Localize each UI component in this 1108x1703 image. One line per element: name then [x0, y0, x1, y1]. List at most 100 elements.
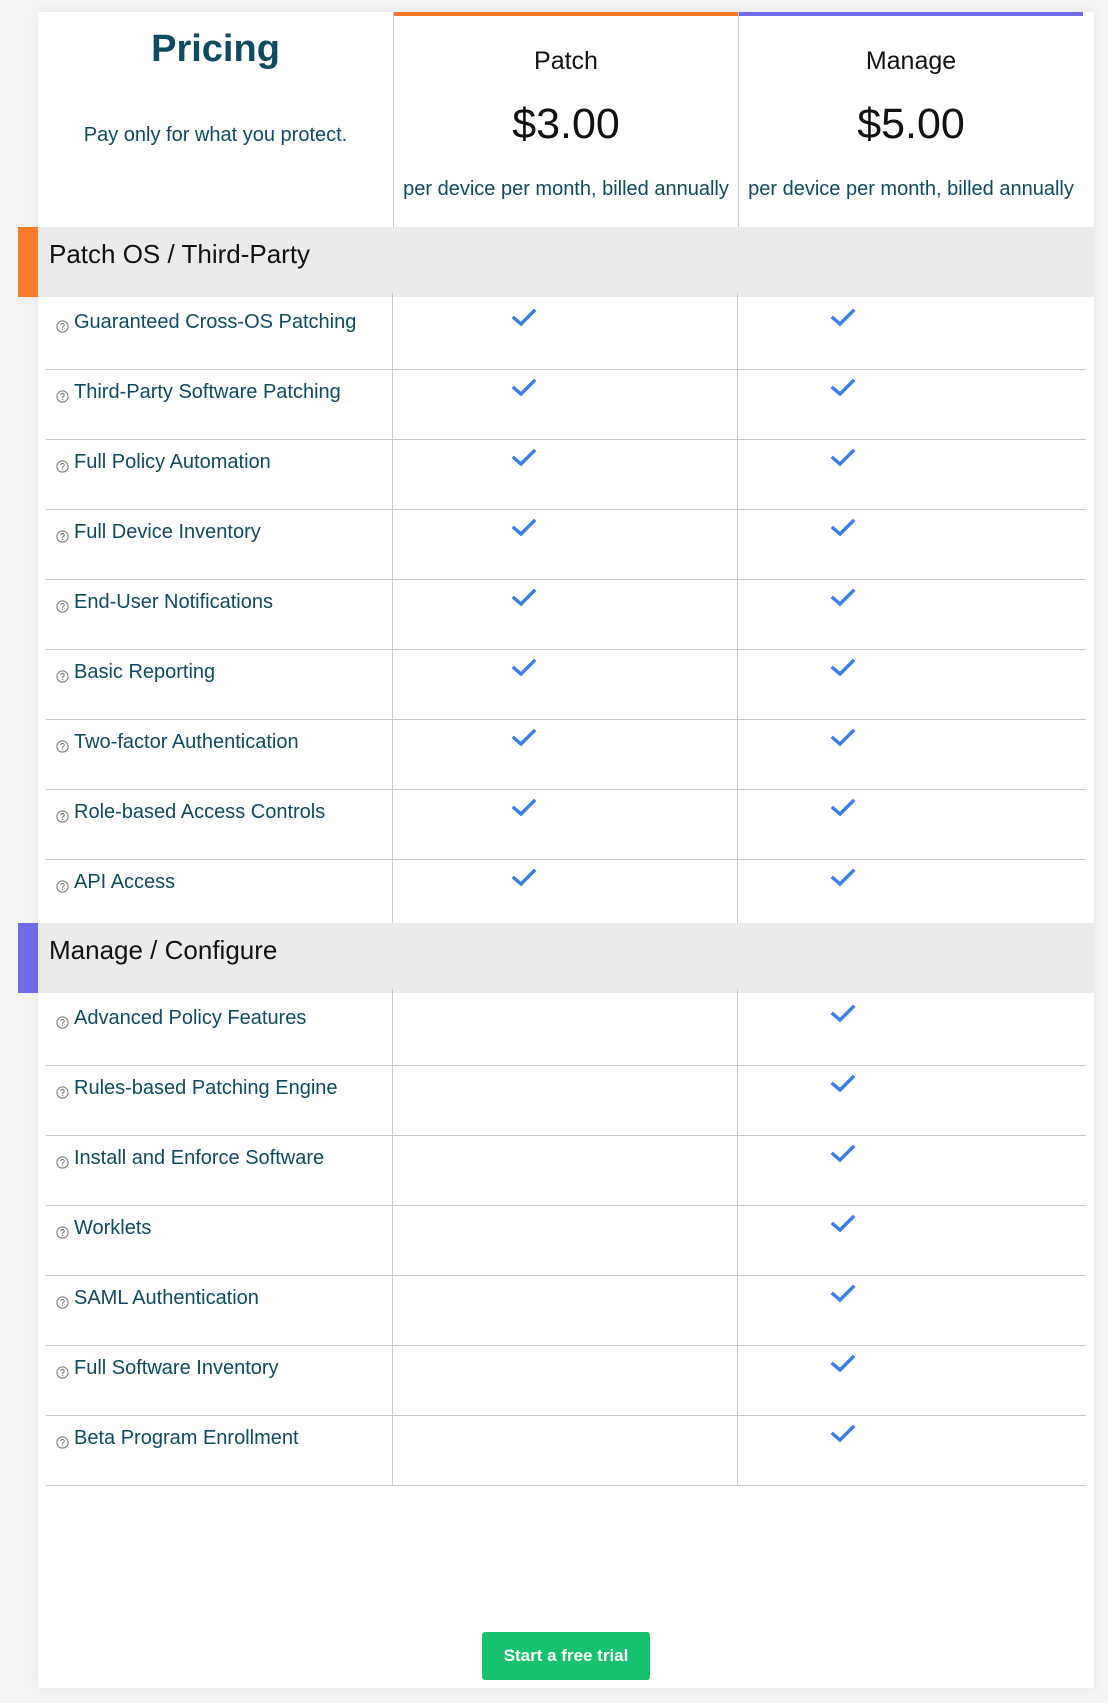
column-divider — [737, 989, 738, 1065]
help-icon[interactable] — [56, 526, 69, 543]
feature-row: Full Software Inventory — [46, 1339, 1086, 1416]
help-icon[interactable] — [56, 456, 69, 473]
help-icon[interactable] — [56, 1292, 69, 1309]
feature-label[interactable]: Beta Program Enrollment — [56, 1427, 299, 1450]
help-icon[interactable] — [56, 1432, 69, 1449]
feature-row: Full Policy Automation — [46, 433, 1086, 510]
check-icon — [830, 377, 856, 399]
help-icon[interactable] — [56, 806, 69, 823]
column-divider — [737, 713, 738, 789]
pricing-header: Pricing Pay only for what you protect. P… — [38, 12, 1094, 247]
help-icon[interactable] — [56, 876, 69, 893]
column-divider — [737, 433, 738, 509]
column-divider — [737, 363, 738, 439]
column-divider — [392, 713, 393, 789]
feature-label[interactable]: Rules-based Patching Engine — [56, 1077, 338, 1100]
page-title: Pricing — [151, 28, 280, 70]
plan-billing-note: per device per month, billed annually — [403, 178, 729, 200]
plan-price: $3.00 — [512, 100, 620, 148]
column-divider — [737, 643, 738, 719]
section-accent-bar — [18, 227, 38, 297]
column-divider — [392, 853, 393, 929]
feature-label[interactable]: Full Device Inventory — [56, 521, 261, 544]
help-icon[interactable] — [56, 596, 69, 613]
column-divider — [737, 573, 738, 649]
column-divider — [392, 573, 393, 649]
feature-row: Rules-based Patching Engine — [46, 1059, 1086, 1136]
section-title: Patch OS / Third-Party — [49, 239, 311, 269]
plan-billing-note: per device per month, billed annually — [748, 178, 1074, 200]
column-divider — [737, 783, 738, 859]
section-header: Manage / Configure — [18, 923, 1094, 993]
plan-patch: Patch $3.00 per device per month, billed… — [393, 12, 738, 247]
check-icon — [830, 307, 856, 329]
feature-label[interactable]: Advanced Policy Features — [56, 1007, 306, 1030]
check-icon — [830, 447, 856, 469]
check-icon — [830, 727, 856, 749]
feature-label[interactable]: Basic Reporting — [56, 661, 215, 684]
check-icon — [511, 307, 537, 329]
column-divider — [737, 1409, 738, 1485]
column-divider — [392, 1059, 393, 1135]
help-icon[interactable] — [56, 1082, 69, 1099]
feature-label[interactable]: Full Policy Automation — [56, 451, 271, 474]
feature-label[interactable]: Third-Party Software Patching — [56, 381, 341, 404]
feature-label[interactable]: End-User Notifications — [56, 591, 273, 614]
check-icon — [830, 657, 856, 679]
feature-label[interactable]: SAML Authentication — [56, 1287, 259, 1310]
section-title: Manage / Configure — [49, 935, 278, 965]
feature-row: Worklets — [46, 1199, 1086, 1276]
cta-area: Start a free trial — [38, 1632, 1094, 1680]
help-icon[interactable] — [56, 1012, 69, 1029]
feature-name: Two-factor Authentication — [74, 731, 299, 753]
feature-name: Advanced Policy Features — [74, 1007, 307, 1029]
feature-name: API Access — [74, 871, 176, 893]
feature-label[interactable]: Install and Enforce Software — [56, 1147, 324, 1170]
column-divider — [737, 1059, 738, 1135]
pricing-card: Pricing Pay only for what you protect. P… — [18, 12, 1094, 1688]
column-divider — [392, 433, 393, 509]
check-icon — [511, 657, 537, 679]
column-divider — [392, 989, 393, 1065]
feature-row: API Access — [46, 853, 1086, 930]
feature-label[interactable]: Guaranteed Cross-OS Patching — [56, 311, 356, 334]
check-icon — [830, 797, 856, 819]
check-icon — [511, 377, 537, 399]
check-icon — [511, 587, 537, 609]
column-divider — [737, 503, 738, 579]
check-icon — [830, 1003, 856, 1025]
check-icon — [830, 1353, 856, 1375]
feature-label[interactable]: Two-factor Authentication — [56, 731, 299, 754]
column-divider — [737, 853, 738, 929]
help-icon[interactable] — [56, 316, 69, 333]
feature-row: Install and Enforce Software — [46, 1129, 1086, 1206]
plan-name: Patch — [534, 47, 598, 75]
feature-label[interactable]: Role-based Access Controls — [56, 801, 325, 824]
help-icon[interactable] — [56, 1362, 69, 1379]
column-divider — [737, 293, 738, 369]
feature-name: Third-Party Software Patching — [74, 381, 341, 403]
feature-row: Advanced Policy Features — [46, 989, 1086, 1066]
help-icon[interactable] — [56, 1152, 69, 1169]
plan-price: $5.00 — [857, 100, 965, 148]
feature-label[interactable]: API Access — [56, 871, 175, 894]
help-icon[interactable] — [56, 736, 69, 753]
check-icon — [830, 867, 856, 889]
pricing-intro: Pricing Pay only for what you protect. — [38, 12, 393, 247]
feature-label[interactable]: Full Software Inventory — [56, 1357, 279, 1380]
plan-accent-bar — [394, 12, 738, 16]
help-icon[interactable] — [56, 386, 69, 403]
column-divider — [392, 783, 393, 859]
check-icon — [511, 797, 537, 819]
start-free-trial-button[interactable]: Start a free trial — [481, 1632, 651, 1680]
feature-name: Beta Program Enrollment — [74, 1427, 299, 1449]
feature-name: Basic Reporting — [74, 661, 216, 683]
column-divider — [392, 1199, 393, 1275]
check-icon — [511, 517, 537, 539]
column-divider — [392, 503, 393, 579]
feature-name: Full Software Inventory — [74, 1357, 279, 1379]
column-divider — [392, 1269, 393, 1345]
feature-label[interactable]: Worklets — [56, 1217, 151, 1240]
help-icon[interactable] — [56, 666, 69, 683]
help-icon[interactable] — [56, 1222, 69, 1239]
